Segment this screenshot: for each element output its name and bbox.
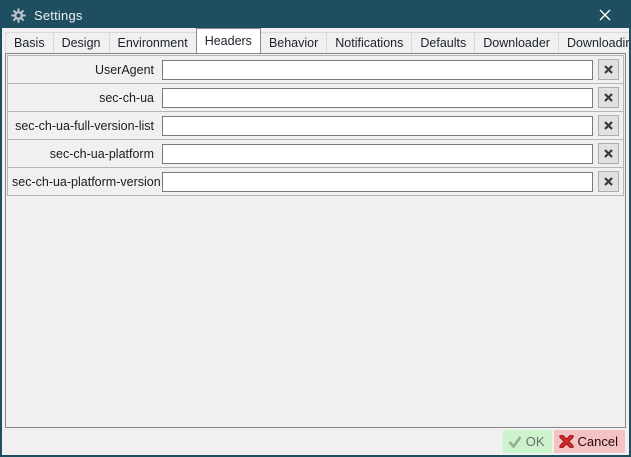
clear-x-icon[interactable] bbox=[598, 115, 619, 136]
useragent-label: UserAgent bbox=[12, 63, 162, 77]
tab-downloading[interactable]: Downloading bbox=[558, 32, 631, 53]
tab-environment[interactable]: Environment bbox=[109, 32, 197, 53]
gear-icon bbox=[11, 8, 26, 23]
tab-defaults[interactable]: Defaults bbox=[411, 32, 475, 53]
clear-x-icon[interactable] bbox=[598, 143, 619, 164]
header-row-sec-ch-ua-platform: sec-ch-ua-platform bbox=[7, 139, 624, 168]
clear-x-icon[interactable] bbox=[598, 87, 619, 108]
header-row-sec-ch-ua-full-version-list: sec-ch-ua-full-version-list bbox=[7, 111, 624, 140]
headers-tab-panel: UserAgent sec-ch-ua sec-ch-ua-full-versi… bbox=[5, 53, 626, 428]
tab-notifications[interactable]: Notifications bbox=[326, 32, 412, 53]
cancel-button-label: Cancel bbox=[578, 434, 618, 449]
clear-x-icon[interactable] bbox=[598, 171, 619, 192]
ok-button[interactable]: OK bbox=[503, 430, 552, 453]
header-row-sec-ch-ua-platform-version: sec-ch-ua-platform-version bbox=[7, 167, 624, 196]
clear-x-icon[interactable] bbox=[598, 59, 619, 80]
check-icon bbox=[508, 436, 522, 448]
useragent-input[interactable] bbox=[162, 60, 593, 80]
tab-downloader[interactable]: Downloader bbox=[474, 32, 559, 53]
sec-ch-ua-platform-version-input[interactable] bbox=[162, 172, 593, 192]
header-row-useragent: UserAgent bbox=[7, 55, 624, 84]
tab-behavior[interactable]: Behavior bbox=[260, 32, 327, 53]
sec-ch-ua-full-version-list-label: sec-ch-ua-full-version-list bbox=[12, 119, 162, 133]
tab-basis[interactable]: Basis bbox=[5, 32, 54, 53]
cancel-button[interactable]: Cancel bbox=[554, 430, 625, 453]
sec-ch-ua-label: sec-ch-ua bbox=[12, 91, 162, 105]
close-icon[interactable] bbox=[590, 2, 620, 28]
ok-button-label: OK bbox=[526, 434, 545, 449]
settings-window: Settings Basis Design Environment Header… bbox=[0, 0, 631, 457]
dialog-footer: OK Cancel bbox=[4, 428, 627, 455]
red-x-icon bbox=[559, 435, 574, 448]
sec-ch-ua-input[interactable] bbox=[162, 88, 593, 108]
tab-headers[interactable]: Headers bbox=[196, 28, 261, 53]
title-bar: Settings bbox=[2, 2, 629, 28]
sec-ch-ua-platform-input[interactable] bbox=[162, 144, 593, 164]
sec-ch-ua-platform-label: sec-ch-ua-platform bbox=[12, 147, 162, 161]
tab-design[interactable]: Design bbox=[53, 32, 110, 53]
sec-ch-ua-platform-version-label: sec-ch-ua-platform-version bbox=[12, 175, 162, 189]
sec-ch-ua-full-version-list-input[interactable] bbox=[162, 116, 593, 136]
settings-tab-bar: Basis Design Environment Headers Behavio… bbox=[2, 28, 629, 53]
header-row-sec-ch-ua: sec-ch-ua bbox=[7, 83, 624, 112]
window-title: Settings bbox=[34, 8, 83, 23]
